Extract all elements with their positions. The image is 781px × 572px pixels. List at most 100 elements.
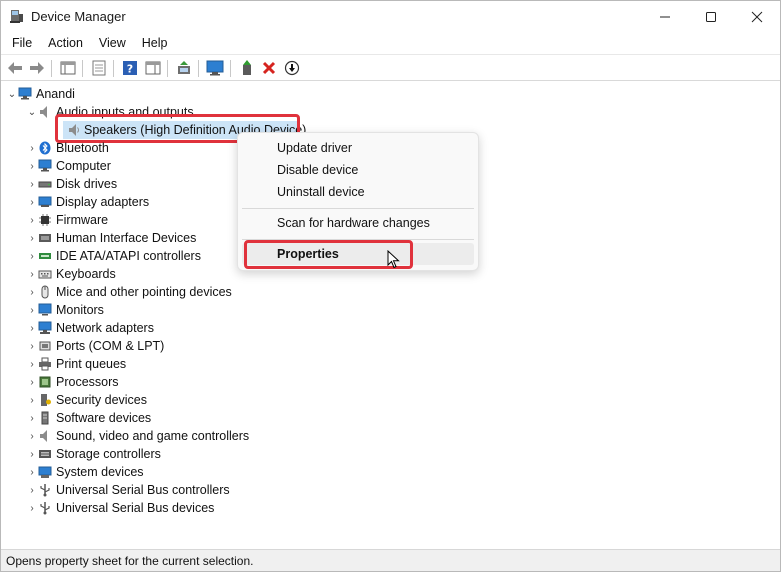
tree-item-storage-controllers[interactable]: › Storage controllers [27,445,161,463]
tree-item-label: Disk drives [56,177,118,191]
close-button[interactable] [734,1,780,32]
firmware-chip-icon [37,212,53,228]
chevron-right-icon[interactable]: › [27,247,37,265]
chevron-right-icon[interactable]: › [27,211,37,229]
chevron-right-icon[interactable]: › [27,499,37,517]
monitor-icon [37,302,53,318]
chevron-right-icon[interactable]: › [27,265,37,283]
status-bar: Opens property sheet for the current sel… [1,549,780,571]
help-icon[interactable]: ? [121,59,139,77]
menu-bar: File Action View Help [1,32,780,54]
tree-item-label: Network adapters [56,321,154,335]
chevron-right-icon[interactable]: › [27,391,37,409]
chevron-right-icon[interactable]: › [27,229,37,247]
tree-item-disk-drives[interactable]: › Disk drives [27,175,117,193]
computer-icon [17,86,33,102]
tree-item-label: Processors [56,375,119,389]
chevron-down-icon[interactable]: ⌄ [7,85,17,103]
tree-item-software-devices[interactable]: › Software devices [27,409,151,427]
chevron-right-icon[interactable]: › [27,355,37,373]
tree-item-label: Universal Serial Bus controllers [56,483,230,497]
window-title: Device Manager [31,9,126,24]
chevron-right-icon[interactable]: › [27,193,37,211]
tree-item-system-devices[interactable]: › System devices [27,463,144,481]
tree-item-sound-video-game[interactable]: › Sound, video and game controllers [27,427,249,445]
tree-item-label: System devices [56,465,144,479]
keyboard-icon [37,266,53,282]
update-driver-icon[interactable] [175,59,193,77]
chevron-right-icon[interactable]: › [27,319,37,337]
speaker-icon [37,104,53,120]
chevron-right-icon[interactable]: › [27,481,37,499]
chevron-right-icon[interactable]: › [27,139,37,157]
tree-item-bluetooth[interactable]: › Bluetooth [27,139,109,157]
chevron-right-icon[interactable]: › [27,301,37,319]
chevron-right-icon[interactable]: › [27,427,37,445]
tree-item-ports[interactable]: › Ports (COM & LPT) [27,337,164,355]
chevron-right-icon[interactable]: › [27,337,37,355]
chevron-right-icon[interactable]: › [27,463,37,481]
menu-help[interactable]: Help [134,32,176,54]
toolbar-separator [51,60,52,77]
device-manager-app-icon [10,9,24,24]
tree-item-label: Security devices [56,393,148,407]
processor-icon [37,374,53,390]
storage-controller-icon [37,446,53,462]
menu-action[interactable]: Action [40,32,91,54]
tree-item-usb-devices[interactable]: › Universal Serial Bus devices [27,499,214,517]
show-hide-console-tree-icon[interactable] [59,59,77,77]
minimize-button[interactable] [642,1,688,32]
usb-icon [37,500,53,516]
tree-item-label: Print queues [56,357,127,371]
maximize-button[interactable] [688,1,734,32]
tree-item-label: Display adapters [56,195,150,209]
menu-file[interactable]: File [4,32,40,54]
enable-device-icon[interactable] [238,59,256,77]
tree-item-label: Computer [56,159,111,173]
context-menu-uninstall-device[interactable]: Uninstall device [242,181,474,203]
chevron-right-icon[interactable]: › [27,157,37,175]
tree-item-display-adapters[interactable]: › Display adapters [27,193,149,211]
tree-item-network-adapters[interactable]: › Network adapters [27,319,154,337]
action-pane-icon[interactable] [144,59,162,77]
tree-item-ide-ata-atapi[interactable]: › IDE ATA/ATAPI controllers [27,247,201,265]
computer-icon [37,158,53,174]
menu-view[interactable]: View [91,32,134,54]
tree-item-print-queues[interactable]: › Print queues [27,355,126,373]
properties-icon[interactable] [90,59,108,77]
chevron-down-icon[interactable]: ⌄ [27,103,37,121]
chevron-right-icon[interactable]: › [27,283,37,301]
context-menu-separator [242,208,474,209]
tree-item-security-devices[interactable]: › Security devices [27,391,147,409]
display-adapter-icon [37,194,53,210]
tree-item-processors[interactable]: › Processors [27,373,119,391]
tree-item-monitors[interactable]: › Monitors [27,301,104,319]
tree-item-label: Universal Serial Bus devices [56,501,215,515]
tree-item-label: Storage controllers [56,447,161,461]
disk-drive-icon [37,176,53,192]
toolbar-separator [167,60,168,77]
system-device-icon [37,464,53,480]
tree-item-human-interface-devices[interactable]: › Human Interface Devices [27,229,196,247]
tree-item-usb-controllers[interactable]: › Universal Serial Bus controllers [27,481,230,499]
context-menu-update-driver[interactable]: Update driver [242,137,474,159]
chevron-right-icon[interactable]: › [27,409,37,427]
uninstall-icon[interactable] [260,59,278,77]
tree-item-computer[interactable]: › Computer [27,157,111,175]
context-menu-disable-device[interactable]: Disable device [242,159,474,181]
tree-item-mice[interactable]: › Mice and other pointing devices [27,283,231,301]
tree-item-keyboards[interactable]: › Keyboards [27,265,115,283]
printer-icon [37,356,53,372]
scan-hardware-icon[interactable] [206,59,224,77]
tree-root-node[interactable]: ⌄ Anandi [7,85,75,103]
device-manager-window: Device Manager File Action View Help ? ⌄… [0,0,781,572]
chevron-right-icon[interactable]: › [27,445,37,463]
download-icon[interactable] [283,59,301,77]
ide-controller-icon [37,248,53,264]
chevron-right-icon[interactable]: › [27,373,37,391]
back-icon[interactable] [6,59,24,77]
chevron-right-icon[interactable]: › [27,175,37,193]
forward-icon[interactable] [28,59,46,77]
tree-item-firmware[interactable]: › Firmware [27,211,108,229]
context-menu-scan-hardware[interactable]: Scan for hardware changes [242,212,474,234]
